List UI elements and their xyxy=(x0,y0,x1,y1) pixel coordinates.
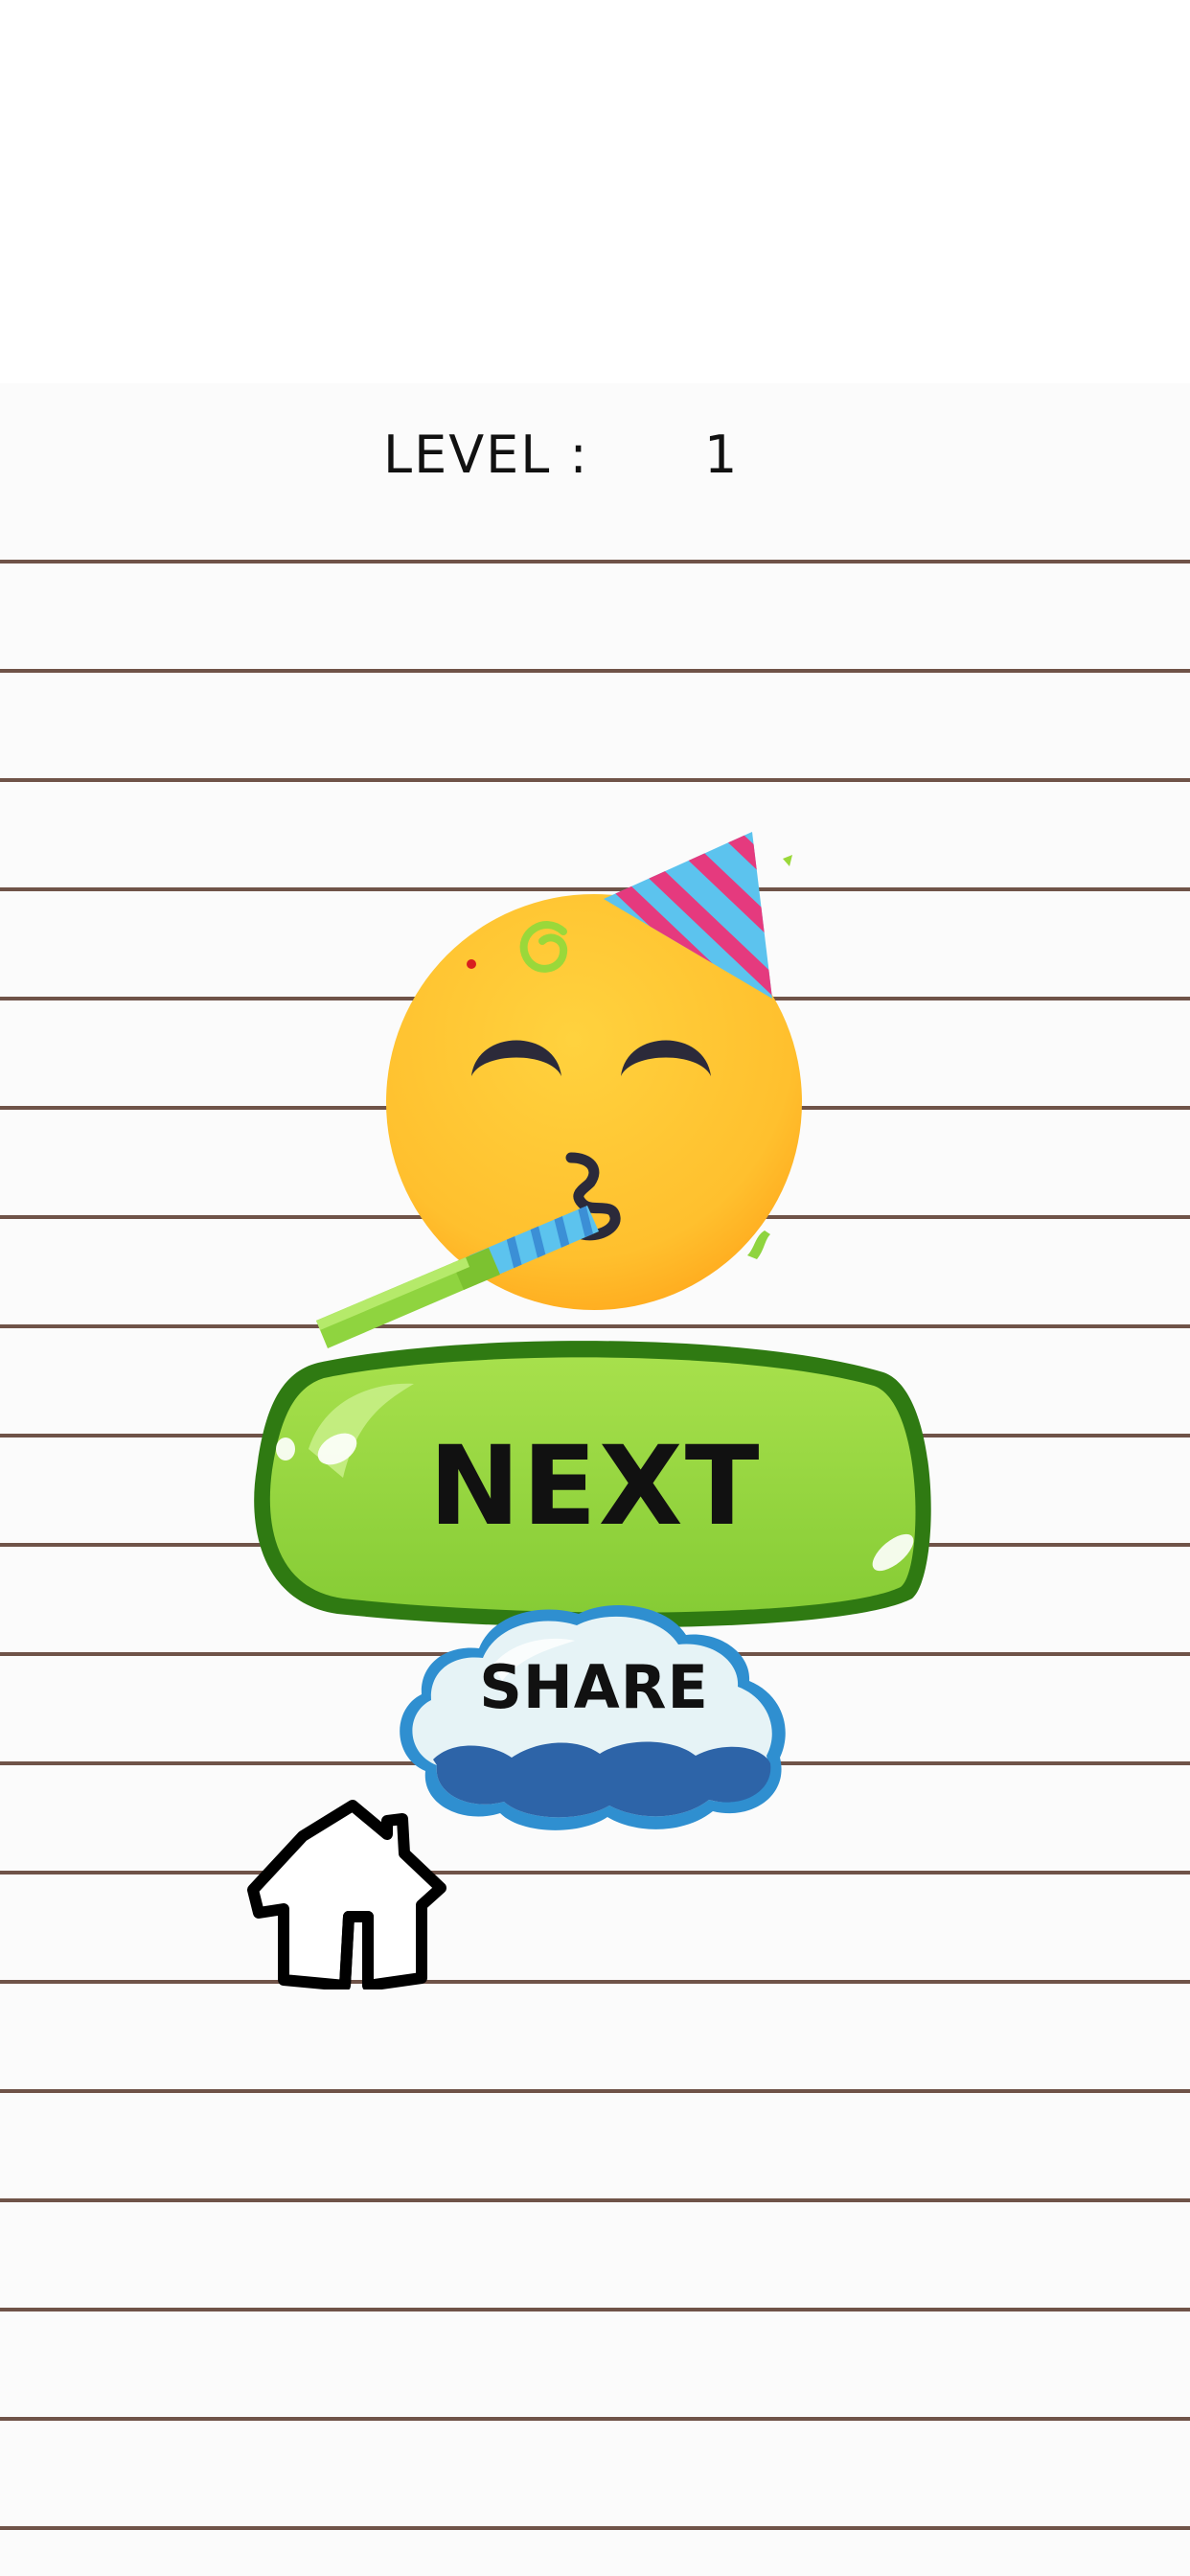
level-indicator: LEVEL : 1 xyxy=(383,417,805,494)
next-button[interactable]: NEXT xyxy=(251,1334,939,1639)
paper-rule-line xyxy=(0,669,1190,673)
partying-face-icon xyxy=(316,824,814,1361)
level-number: 1 xyxy=(704,425,740,485)
top-blank-area xyxy=(0,0,1190,383)
paper-rule-line xyxy=(0,778,1190,782)
paper-rule-line xyxy=(0,1871,1190,1874)
home-icon[interactable] xyxy=(245,1798,446,1991)
paper-rule-line xyxy=(0,2089,1190,2093)
paper-rule-line xyxy=(0,2526,1190,2530)
level-label: LEVEL : xyxy=(383,425,589,485)
paper-rule-line xyxy=(0,1980,1190,1984)
share-button[interactable]: SHARE xyxy=(387,1595,801,1832)
paper-rule-line xyxy=(0,2417,1190,2421)
paper-rule-line xyxy=(0,560,1190,564)
paper-rule-line xyxy=(0,2198,1190,2202)
level-complete-screen: LEVEL : 1 NEXT SHARE xyxy=(0,0,1190,2576)
paper-rule-line xyxy=(0,2308,1190,2312)
